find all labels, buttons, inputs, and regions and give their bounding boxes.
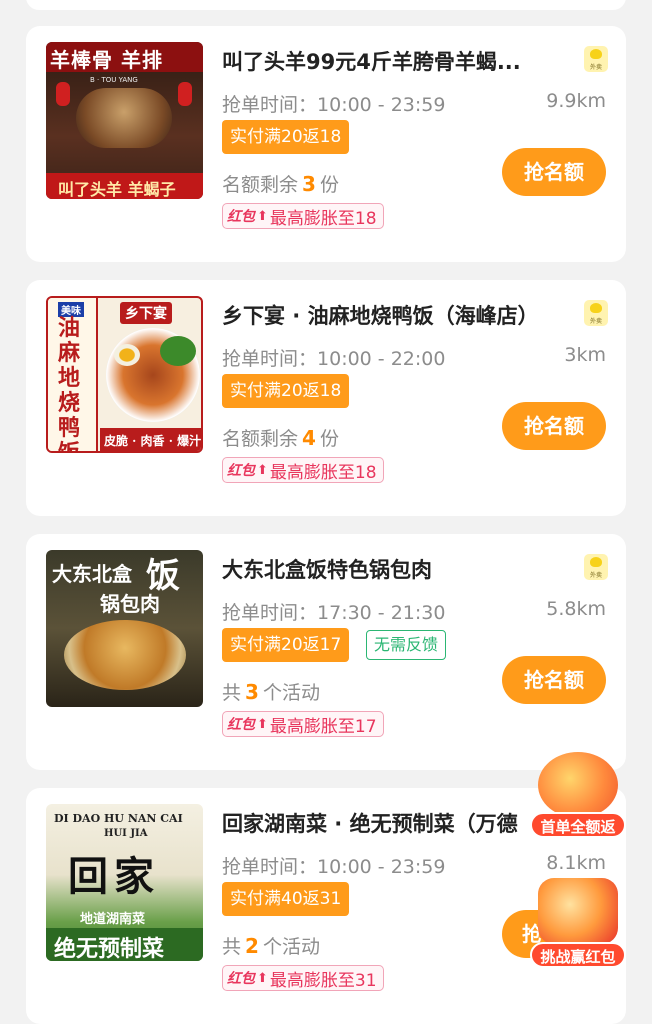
distance: 8.1km [546, 852, 606, 874]
grab-time: 抢单时间：10:00 - 22:00 [222, 348, 446, 370]
food-image: DI DAO HU NAN CAI HUI JIA 回家 地道湖南菜 绝无预制菜 [46, 804, 203, 961]
rebate-tag: 实付满20返18 [222, 120, 350, 154]
badge-label: 首单全额返 [530, 812, 626, 838]
red-envelope-icon [538, 878, 618, 944]
redpack-tag: 红包 ⬆ 最高膨胀至18 [222, 457, 384, 483]
redpack-tag: 红包 ⬆ 最高膨胀至18 [222, 203, 384, 229]
activity-count: 共 3 个活动 [222, 680, 320, 704]
grab-quota-button[interactable]: 抢名额 [502, 402, 606, 450]
image-caption: 羊棒骨 羊排 [50, 48, 163, 72]
image-caption: 绝无预制菜 [54, 936, 165, 961]
arrow-up-icon: ⬆ [257, 716, 268, 732]
grab-quota-button[interactable]: 抢名额 [502, 656, 606, 704]
image-caption: 皮脆 · 肉香 · 爆汁 [104, 434, 202, 448]
shop-title[interactable]: 叫了头羊99元4斤羊胯骨羊蝎... [222, 46, 574, 76]
distance: 5.8km [546, 598, 606, 620]
no-feedback-tag: 无需反馈 [366, 630, 447, 660]
image-caption: 地道湖南菜 [80, 912, 146, 927]
image-caption: DI DAO HU NAN CAI [54, 812, 183, 825]
money-bag-icon [538, 752, 618, 818]
image-caption: B · TOU YANG [90, 76, 138, 84]
grab-time: 抢单时间：10:00 - 23:59 [222, 856, 446, 878]
grab-time: 抢单时间：10:00 - 23:59 [222, 94, 446, 116]
rebate-tag: 实付满40返31 [222, 882, 350, 916]
distance: 9.9km [546, 90, 606, 112]
image-caption: 油麻地烧鸭饭 [58, 315, 81, 453]
grab-quota-button[interactable]: 抢名额 [502, 148, 606, 196]
redpack-tag: 红包 ⬆ 最高膨胀至31 [222, 965, 384, 991]
quota-remaining: 名额剩余 3 份 [222, 172, 339, 196]
takeout-brand-icon: 外卖 [584, 300, 608, 326]
distance: 3km [564, 344, 606, 366]
arrow-up-icon: ⬆ [257, 462, 268, 478]
takeout-brand-icon: 外卖 [584, 46, 608, 72]
food-image: 羊棒骨 羊排 B · TOU YANG 叫了头羊 羊蝎子 [46, 42, 203, 199]
shop-title[interactable]: 乡下宴 · 油麻地烧鸭饭（海峰店） [222, 300, 567, 330]
badge-label: 挑战赢红包 [530, 942, 626, 968]
image-caption: 叫了头羊 羊蝎子 [58, 180, 176, 199]
first-order-refund-badge[interactable]: 首单全额返 [530, 752, 626, 838]
image-caption: 锅包肉 [100, 592, 160, 616]
deal-card[interactable]: 羊棒骨 羊排 B · TOU YANG 叫了头羊 羊蝎子 叫了头羊99元4斤羊胯… [26, 26, 626, 262]
grab-time: 抢单时间：17:30 - 21:30 [222, 602, 446, 624]
shop-title[interactable]: 回家湖南菜 · 绝无预制菜（万德 [222, 808, 542, 838]
image-caption: 回家 [68, 853, 160, 900]
previous-card-edge [26, 0, 626, 10]
arrow-up-icon: ⬆ [257, 970, 268, 986]
redpack-tag: 红包 ⬆ 最高膨胀至17 [222, 711, 384, 737]
food-image: 大东北盒 饭 锅包肉 [46, 550, 203, 707]
arrow-up-icon: ⬆ [257, 208, 268, 224]
deal-card[interactable]: 大东北盒 饭 锅包肉 大东北盒饭特色锅包肉 外卖 抢单时间：17:30 - 21… [26, 534, 626, 770]
image-caption: 乡下宴 [120, 302, 172, 324]
rebate-tag: 实付满20返17 [222, 628, 350, 662]
rebate-tag: 实付满20返18 [222, 374, 350, 408]
image-caption: HUI JIA [104, 828, 148, 839]
takeout-brand-icon: 外卖 [584, 554, 608, 580]
shop-title[interactable]: 大东北盒饭特色锅包肉 [222, 554, 574, 584]
food-image: 美味 油麻地烧鸭饭 乡下宴 皮脆 · 肉香 · 爆汁 [46, 296, 203, 453]
deal-card[interactable]: 美味 油麻地烧鸭饭 乡下宴 皮脆 · 肉香 · 爆汁 乡下宴 · 油麻地烧鸭饭（… [26, 280, 626, 516]
challenge-redpack-badge[interactable]: 挑战赢红包 [530, 878, 626, 968]
image-caption: 大东北盒 [52, 562, 132, 586]
quota-remaining: 名额剩余 4 份 [222, 426, 339, 450]
activity-count: 共 2 个活动 [222, 934, 320, 958]
